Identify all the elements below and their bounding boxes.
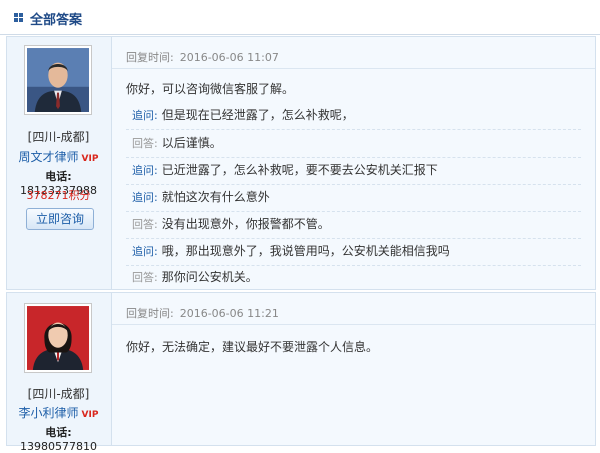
lawyer-card: [四川-成都] 周文才律师 VIP 电话: 18123237988 378271积… (7, 37, 110, 289)
followup-text: 那你问公安机关。 (161, 270, 258, 284)
lawyer-phone: 电话: 13980577810 (7, 424, 110, 453)
reply-time-value: 2016-06-06 11:07 (179, 51, 279, 64)
answer-text: 你好，可以咨询微信客服了解。 (126, 82, 295, 96)
divider (112, 68, 595, 69)
followup-text: 但是现在已经泄露了，怎么补救呢， (161, 108, 354, 122)
followup-text: 以后谨慎。 (161, 136, 222, 150)
reply-time-value: 2016-06-06 11:21 (179, 307, 279, 320)
lawyer-name-link[interactable]: 李小利律师 (19, 406, 79, 420)
followup-tag: 回答: (132, 137, 158, 150)
lawyer-points: 378271积分 (26, 189, 91, 202)
followup-text: 已近泄露了，怎么补救呢，要不要去公安机关汇报下 (161, 163, 438, 177)
followup-tag: 追问: (132, 109, 158, 122)
followup-row: 追问: 哦，那出现意外了，我说管用吗，公安机关能相信我吗 (126, 238, 581, 266)
answer-content: 回复时间: 2016-06-06 11:21 你好，无法确定，建议最好不要泄露个人… (111, 293, 595, 445)
lawyer-avatar[interactable] (24, 303, 92, 373)
followup-tag: 追问: (132, 164, 158, 177)
phone-label: 电话: (45, 170, 72, 183)
vip-badge: VIP (81, 410, 99, 420)
followup-row: 回答: 那你问公安机关。 (126, 264, 581, 291)
divider (112, 324, 595, 325)
followup-text: 就怕这次有什么意外 (161, 190, 270, 204)
followup-tag: 追问: (132, 191, 158, 204)
answer-block: [四川-成都] 李小利律师 VIP 电话: 13980577810 回复时间: 20… (6, 292, 596, 453)
lawyer-card: [四川-成都] 李小利律师 VIP 电话: 13980577810 (7, 293, 110, 453)
reply-time: 回复时间: 2016-06-06 11:07 (126, 49, 279, 65)
lawyer-region: [四川-成都] (27, 130, 90, 144)
reply-time-label: 回复时间: (126, 51, 174, 64)
reply-time: 回复时间: 2016-06-06 11:21 (126, 305, 279, 321)
followup-row: 回答: 以后谨慎。 (126, 130, 581, 158)
followup-tag: 回答: (132, 218, 158, 231)
followup-row: 追问: 就怕这次有什么意外 (126, 184, 581, 212)
lawyer-region: [四川-成都] (27, 387, 90, 401)
grid-icon (14, 13, 23, 22)
followup-tag: 回答: (132, 271, 158, 284)
vip-badge: VIP (81, 154, 99, 164)
answer-block: [四川-成都] 周文才律师 VIP 电话: 18123237988 378271积… (6, 36, 596, 290)
followup-row: 追问: 但是现在已经泄露了，怎么补救呢， (126, 102, 581, 130)
followup-row: 追问: 已近泄露了，怎么补救呢，要不要去公安机关汇报下 (126, 157, 581, 185)
lawyer-name-link[interactable]: 周文才律师 (19, 150, 79, 164)
section-title: 全部答案 (30, 13, 83, 28)
followup-row: 回答: 没有出现意外，你报警都不管。 (126, 211, 581, 239)
followup-tag: 追问: (132, 245, 158, 258)
followup-text: 没有出现意外，你报警都不管。 (161, 217, 330, 231)
section-header: 全部答案 (0, 0, 600, 35)
followup-text: 哦，那出现意外了，我说管用吗，公安机关能相信我吗 (161, 244, 450, 258)
phone-label: 电话: (45, 426, 72, 439)
lawyer-photo-icon (27, 306, 89, 370)
lawyer-avatar[interactable] (24, 45, 92, 115)
answer-text: 你好，无法确定，建议最好不要泄露个人信息。 (126, 340, 379, 354)
answer-content: 回复时间: 2016-06-06 11:07 你好，可以咨询微信客服了解。 追问:… (111, 37, 595, 289)
lawyer-photo-icon (27, 48, 89, 112)
lawyer-name-row: 周文才律师 VIP (7, 148, 110, 165)
reply-time-label: 回复时间: (126, 307, 174, 320)
lawyer-name-row: 李小利律师 VIP (7, 404, 110, 421)
consult-button[interactable]: 立即咨询 (26, 208, 94, 230)
